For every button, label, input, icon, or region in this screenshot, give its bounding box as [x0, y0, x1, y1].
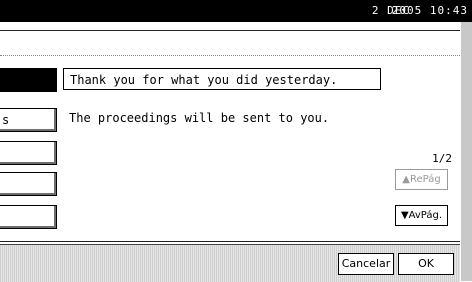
row-selector-3[interactable] [0, 141, 57, 165]
message-text[interactable]: The proceedings will be sent to you. [69, 111, 329, 125]
message-panel [0, 30, 460, 242]
prev-page-button[interactable]: ▲RePág [395, 169, 448, 190]
page-counter: 1/2 [432, 152, 452, 165]
ok-button[interactable]: OK [398, 253, 454, 275]
row-selector-5[interactable] [0, 205, 57, 229]
row-selector-1[interactable] [0, 68, 57, 92]
row-selector-label: s [2, 113, 10, 127]
divider [0, 55, 460, 56]
row-selector-4[interactable] [0, 172, 57, 196]
right-edge [461, 22, 472, 281]
selected-message[interactable]: Thank you for what you did yesterday. [63, 68, 381, 90]
status-time: 2005 10:43 [391, 4, 468, 17]
cancel-button[interactable]: Cancelar [338, 253, 394, 275]
next-page-button[interactable]: ▼AvPág. [395, 205, 448, 226]
status-bar: 2 DEC 2005 10:43 [0, 0, 472, 22]
row-selector-2[interactable]: s [0, 108, 57, 132]
action-bar: Cancelar OK [0, 244, 460, 282]
